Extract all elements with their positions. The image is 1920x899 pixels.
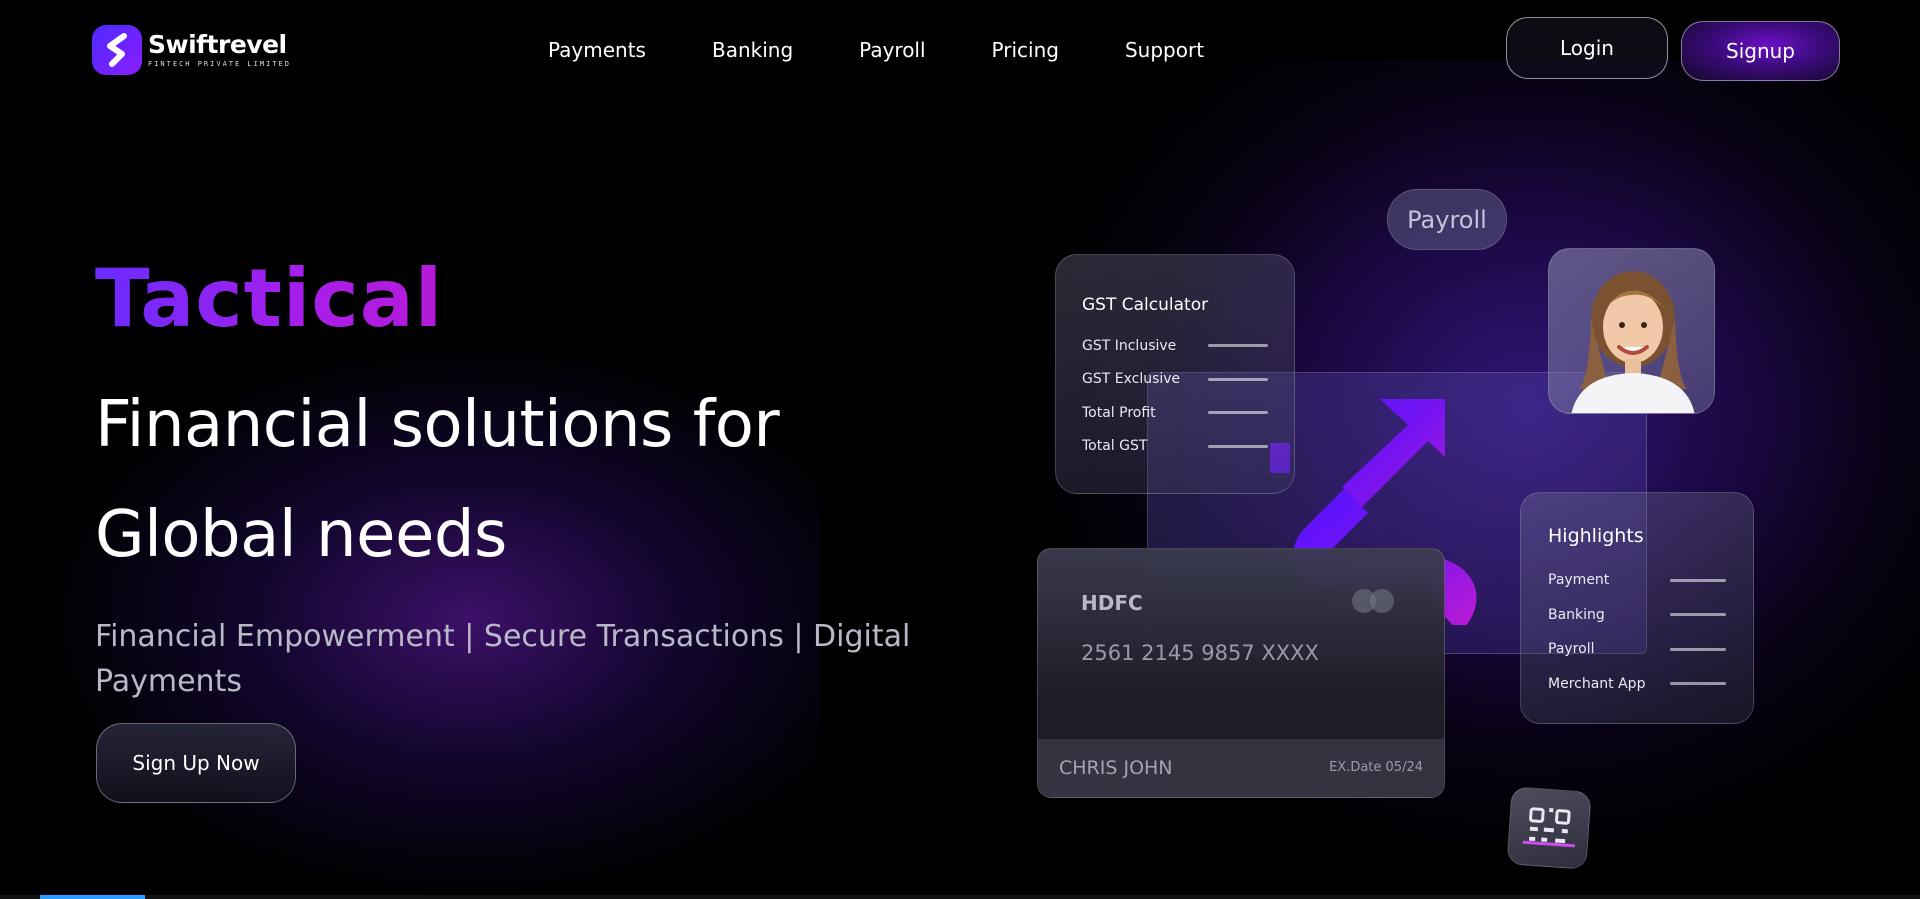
gst-row: Total Profit: [1082, 396, 1268, 430]
card-holder-name: CHRIS JOHN: [1059, 757, 1173, 779]
placeholder-line: [1208, 411, 1268, 415]
card-number: 2561 2145 9857 XXXX: [1081, 641, 1319, 665]
brand-name: Swiftrevel: [148, 30, 287, 59]
bank-card: HDFC 2561 2145 9857 XXXX CHRIS JOHN EX.D…: [1037, 548, 1445, 798]
nav-link-payments[interactable]: Payments: [548, 38, 646, 62]
highlights-row: Payment: [1548, 563, 1726, 598]
page-scroll-thumb[interactable]: [40, 895, 145, 899]
highlights-row: Banking: [1548, 598, 1726, 633]
gst-calculator-card: GST Calculator GST Inclusive GST Exclusi…: [1055, 254, 1295, 494]
nav-link-payroll[interactable]: Payroll: [859, 38, 925, 62]
highlights-card: Highlights Payment Banking Payroll Merch…: [1520, 492, 1754, 724]
gst-row: Total GST: [1082, 430, 1268, 464]
highlights-row-label: Payment: [1548, 572, 1610, 589]
payroll-pill: Payroll: [1387, 189, 1507, 250]
placeholder-line: [1208, 377, 1268, 381]
page-scroll-track[interactable]: [0, 895, 1920, 899]
card-expiry: EX.Date 05/24: [1329, 760, 1423, 775]
person-avatar-icon: [1548, 248, 1715, 414]
nav-link-pricing[interactable]: Pricing: [992, 38, 1059, 62]
highlights-row-label: Payroll: [1548, 641, 1595, 658]
swiftrevel-s-logo-icon: [92, 25, 142, 75]
login-button[interactable]: Login: [1506, 17, 1668, 79]
highlights-row: Merchant App: [1548, 667, 1726, 702]
hero-title-line-2: Global needs: [95, 498, 507, 572]
placeholder-line: [1670, 682, 1726, 686]
card-chip-icon: [1352, 589, 1396, 613]
brand-logo[interactable]: Swiftrevel FINTECH PRIVATE LIMITED: [92, 25, 291, 75]
gst-row: GST Inclusive: [1082, 329, 1268, 363]
nav-link-banking[interactable]: Banking: [712, 38, 793, 62]
hero-subtitle: Financial Empowerment | Secure Transacti…: [95, 619, 911, 699]
qr-code-icon: [1506, 786, 1592, 870]
highlights-card-title: Highlights: [1548, 525, 1644, 547]
gst-row: GST Exclusive: [1082, 363, 1268, 397]
gst-card-title: GST Calculator: [1082, 295, 1209, 315]
brand-subtitle: FINTECH PRIVATE LIMITED: [148, 60, 291, 68]
placeholder-line: [1670, 578, 1726, 582]
card-footer: CHRIS JOHN EX.Date 05/24: [1038, 739, 1444, 797]
highlights-row: Payroll: [1548, 632, 1726, 667]
nav-link-support[interactable]: Support: [1125, 38, 1204, 62]
hero-kicker: Tactical: [95, 252, 444, 345]
signup-button[interactable]: Signup: [1681, 21, 1840, 81]
highlights-row-label: Merchant App: [1548, 675, 1646, 692]
placeholder-line: [1670, 647, 1726, 651]
placeholder-line: [1670, 613, 1726, 617]
placeholder-line: [1208, 344, 1268, 348]
hero-title-line-1: Financial solutions for: [95, 388, 780, 462]
highlights-row-label: Banking: [1548, 606, 1605, 623]
gst-row-label: Total Profit: [1082, 404, 1156, 421]
gst-row-label: Total GST: [1082, 438, 1148, 455]
bank-name: HDFC: [1081, 591, 1143, 615]
main-menu: Payments Banking Payroll Pricing Support: [548, 38, 1204, 62]
placeholder-line: [1208, 444, 1268, 448]
gst-row-label: GST Exclusive: [1082, 371, 1181, 388]
sign-up-now-button[interactable]: Sign Up Now: [96, 723, 296, 803]
top-navbar: Swiftrevel FINTECH PRIVATE LIMITED Payme…: [0, 0, 1920, 100]
gst-row-label: GST Inclusive: [1082, 337, 1177, 354]
